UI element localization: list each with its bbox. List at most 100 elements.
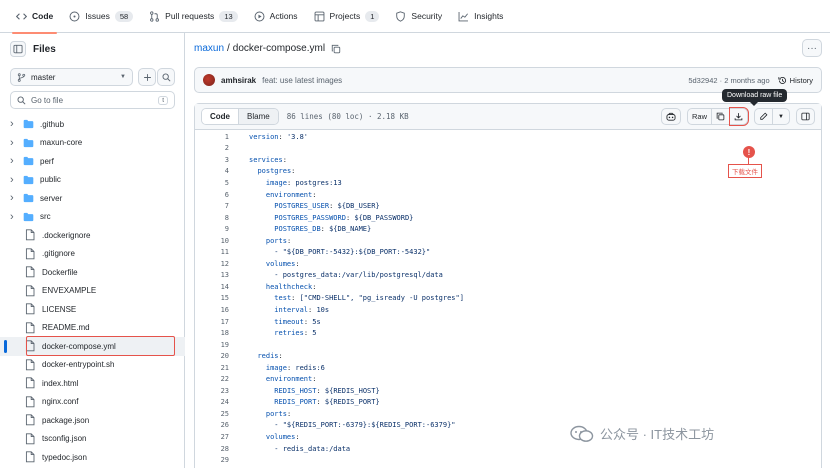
branch-name: master bbox=[31, 72, 56, 82]
tree-file-item[interactable]: .dockerignore bbox=[0, 226, 185, 245]
tree-file-item[interactable]: docker-compose.yml bbox=[0, 337, 185, 356]
code-view-button[interactable]: Code bbox=[202, 109, 239, 124]
commit-author[interactable]: amhsirak bbox=[221, 76, 256, 85]
file-icon bbox=[24, 414, 36, 426]
tab-code[interactable]: Code bbox=[8, 0, 61, 34]
tree-file-item[interactable]: package.json bbox=[0, 411, 185, 430]
line-number[interactable]: 16 bbox=[195, 306, 229, 314]
code-line: 28 - redis_data:/data bbox=[195, 443, 821, 455]
line-number[interactable]: 10 bbox=[195, 237, 229, 245]
line-number[interactable]: 8 bbox=[195, 214, 229, 222]
code-line: 15 test: ["CMD-SHELL", "pg_isready -U po… bbox=[195, 293, 821, 305]
tab-pull-requests[interactable]: Pull requests 13 bbox=[141, 0, 245, 33]
line-number[interactable]: 11 bbox=[195, 248, 229, 256]
edit-actions-group: ▼ bbox=[754, 108, 790, 125]
copy-path-icon[interactable] bbox=[331, 44, 341, 54]
download-raw-button[interactable] bbox=[729, 107, 749, 126]
tree-folder-item[interactable]: › server bbox=[0, 189, 185, 208]
line-number[interactable]: 27 bbox=[195, 433, 229, 441]
chevron-right-icon[interactable]: › bbox=[10, 155, 20, 167]
avatar[interactable] bbox=[203, 74, 215, 86]
line-number[interactable]: 25 bbox=[195, 410, 229, 418]
chevron-right-icon[interactable]: › bbox=[10, 174, 20, 186]
line-number[interactable]: 14 bbox=[195, 283, 229, 291]
line-number[interactable]: 24 bbox=[195, 398, 229, 406]
yaml-key: timeout bbox=[274, 317, 304, 326]
chevron-right-icon[interactable]: › bbox=[10, 192, 20, 204]
line-number[interactable]: 6 bbox=[195, 191, 229, 199]
commit-message[interactable]: feat: use latest images bbox=[262, 76, 342, 85]
go-to-file-input[interactable]: Go to file t bbox=[10, 91, 175, 109]
line-number[interactable]: 18 bbox=[195, 329, 229, 337]
line-number[interactable]: 2 bbox=[195, 144, 229, 152]
tree-file-item[interactable]: LICENSE bbox=[0, 300, 185, 319]
line-number[interactable]: 1 bbox=[195, 133, 229, 141]
tree-item-label: README.md bbox=[42, 323, 90, 333]
edit-dropdown-button[interactable]: ▼ bbox=[773, 108, 790, 125]
edit-file-button[interactable] bbox=[754, 108, 773, 125]
tab-issues[interactable]: Issues 58 bbox=[61, 0, 141, 33]
symbols-panel-button[interactable] bbox=[796, 108, 815, 125]
tree-file-item[interactable]: index.html bbox=[0, 374, 185, 393]
chevron-right-icon[interactable]: › bbox=[10, 118, 20, 130]
line-number[interactable]: 9 bbox=[195, 225, 229, 233]
tab-label: Insights bbox=[474, 11, 504, 21]
line-number[interactable]: 28 bbox=[195, 445, 229, 453]
raw-button[interactable]: Raw bbox=[686, 108, 712, 125]
breadcrumb-repo-link[interactable]: maxun bbox=[194, 43, 224, 54]
tab-actions[interactable]: Actions bbox=[246, 0, 306, 33]
tree-file-item[interactable]: docker-entrypoint.sh bbox=[0, 356, 185, 375]
file-icon bbox=[24, 229, 36, 241]
line-number[interactable]: 23 bbox=[195, 387, 229, 395]
line-number[interactable]: 21 bbox=[195, 364, 229, 372]
tree-file-item[interactable]: ENVEXAMPLE bbox=[0, 282, 185, 301]
line-number[interactable]: 13 bbox=[195, 271, 229, 279]
sidebar-toggle-icon[interactable] bbox=[10, 41, 26, 57]
line-number[interactable]: 7 bbox=[195, 202, 229, 210]
tree-file-item[interactable]: README.md bbox=[0, 319, 185, 338]
search-files-button[interactable] bbox=[157, 68, 175, 86]
tree-folder-item[interactable]: › maxun-core bbox=[0, 134, 185, 153]
line-text: - "${DB_PORT:-5432}:${DB_PORT:-5432}" bbox=[249, 248, 431, 257]
copilot-button[interactable] bbox=[660, 108, 681, 125]
yaml-key: healthcheck bbox=[265, 282, 313, 291]
line-number[interactable]: 5 bbox=[195, 179, 229, 187]
chevron-right-icon[interactable]: › bbox=[10, 211, 20, 223]
tree-folder-item[interactable]: › src bbox=[0, 208, 185, 227]
branch-selector[interactable]: master ▼ bbox=[10, 68, 133, 86]
file-icon bbox=[24, 322, 36, 334]
tree-file-item[interactable]: nginx.conf bbox=[0, 393, 185, 412]
commit-meta[interactable]: 5d32942 · 2 months ago bbox=[688, 76, 769, 85]
tree-folder-item[interactable]: › perf bbox=[0, 152, 185, 171]
tree-file-item[interactable]: Dockerfile bbox=[0, 263, 185, 282]
line-number[interactable]: 4 bbox=[195, 167, 229, 175]
more-options-button[interactable]: ··· bbox=[802, 39, 822, 57]
line-number[interactable]: 12 bbox=[195, 260, 229, 268]
line-number[interactable]: 22 bbox=[195, 375, 229, 383]
line-number[interactable]: 17 bbox=[195, 318, 229, 326]
copy-raw-button[interactable] bbox=[712, 108, 730, 125]
tree-file-item[interactable]: .gitignore bbox=[0, 245, 185, 264]
line-number[interactable]: 15 bbox=[195, 294, 229, 302]
line-number[interactable]: 26 bbox=[195, 421, 229, 429]
tab-label: Actions bbox=[269, 11, 298, 21]
tree-file-item[interactable]: typedoc.json bbox=[0, 448, 185, 467]
line-number[interactable]: 3 bbox=[195, 156, 229, 164]
add-file-button[interactable] bbox=[138, 68, 156, 86]
chevron-right-icon[interactable]: › bbox=[10, 137, 20, 149]
tab-projects[interactable]: Projects 1 bbox=[306, 0, 388, 33]
tree-folder-item[interactable]: › public bbox=[0, 171, 185, 190]
file-info: 86 lines (80 loc) · 2.18 KB bbox=[286, 112, 409, 121]
tab-insights[interactable]: Insights bbox=[450, 0, 511, 33]
tree-item-label: tsconfig.json bbox=[42, 434, 87, 444]
line-number[interactable]: 20 bbox=[195, 352, 229, 360]
tab-security[interactable]: Security bbox=[387, 0, 450, 33]
line-number[interactable]: 19 bbox=[195, 341, 229, 349]
tree-folder-item[interactable]: › .github bbox=[0, 115, 185, 134]
tree-file-item[interactable]: tsconfig.json bbox=[0, 430, 185, 449]
history-button[interactable]: History bbox=[778, 76, 813, 85]
blame-view-button[interactable]: Blame bbox=[239, 109, 278, 124]
folder-icon bbox=[22, 192, 34, 204]
line-number[interactable]: 29 bbox=[195, 456, 229, 464]
line-text: REDIS_PORT: ${REDIS_PORT} bbox=[274, 398, 380, 407]
